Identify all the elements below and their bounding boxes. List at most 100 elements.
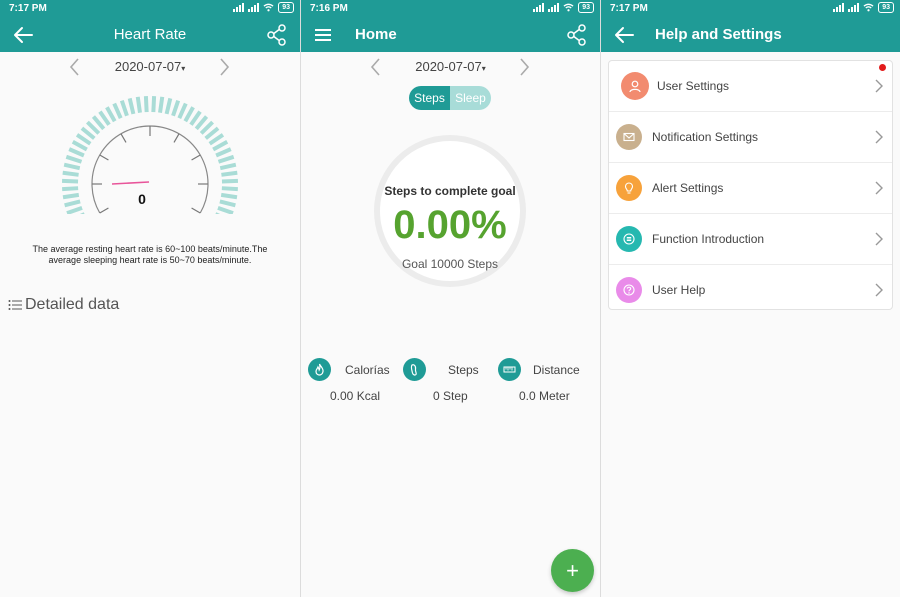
gauge-segment (68, 147, 85, 158)
chevron-right-icon (875, 181, 883, 195)
signal-icon (548, 3, 560, 12)
stat-calories: Calorías (308, 358, 390, 381)
steps-sleep-toggle: Steps Sleep (409, 86, 491, 110)
gauge-segment (189, 110, 202, 126)
gauge-segment (98, 110, 111, 126)
gauge-segment (61, 178, 79, 184)
list-icon (8, 300, 22, 310)
footprint-icon (403, 358, 426, 381)
tab-sleep[interactable]: Sleep (450, 86, 491, 110)
gauge-segment (64, 199, 81, 208)
gauge-segment (63, 162, 81, 171)
wifi-icon (263, 3, 274, 12)
date-selector: 2020-07-07▾ (0, 55, 300, 79)
gauge-segment (66, 205, 83, 214)
battery-icon: 93 (878, 2, 894, 13)
tab-steps[interactable]: Steps (409, 86, 450, 110)
app-bar: Heart Rate (0, 17, 300, 52)
hamburger-menu-icon[interactable] (313, 25, 335, 45)
status-time: 7:17 PM (610, 3, 648, 14)
back-arrow-icon[interactable] (613, 25, 635, 45)
goal-percent: 0.00% (393, 203, 507, 247)
menu-item-alert-settings[interactable]: Alert Settings (609, 163, 892, 214)
gauge-segment (127, 97, 136, 115)
status-time: 7:16 PM (310, 3, 348, 14)
help-settings-screen: 7:17 PM 93 Help and Settings User Settin… (601, 0, 900, 597)
menu-item-user-help[interactable]: User Help (609, 265, 892, 315)
gauge-segment (217, 205, 234, 214)
stat-name: Steps (448, 362, 479, 377)
date-selector: 2020-07-07▾ (301, 55, 600, 79)
gauge-segment (208, 133, 225, 146)
detailed-data-link[interactable]: Detailed data (8, 296, 119, 314)
app-bar: Home (301, 17, 600, 52)
menu-item-label: User Help (652, 283, 706, 297)
distance-value: 0.0 Meter (519, 389, 570, 403)
gauge-segment (220, 192, 238, 200)
gauge-tick (99, 207, 109, 214)
heart-rate-screen: 7:17 PM 93 Heart Rate 2020-07-07▾ 0 The … (0, 0, 300, 597)
page-title: Home (355, 26, 397, 43)
share-icon[interactable] (266, 24, 288, 46)
goal-label: Steps to complete goal (384, 184, 516, 198)
gauge-segment (212, 140, 229, 152)
heart-rate-gauge (61, 96, 239, 214)
gauge-arc (91, 125, 209, 214)
signal-icon (848, 3, 860, 12)
gauge-tick (191, 207, 201, 214)
gauge-segment (219, 162, 237, 171)
goal-progress-ring: Steps to complete goal 0.00% Goal 10000 … (374, 135, 526, 287)
gauge-needle (111, 181, 150, 185)
gauge-segment (219, 199, 236, 208)
gauge-tick (120, 133, 127, 143)
date-label[interactable]: 2020-07-07▾ (301, 59, 600, 74)
gauge-segment (65, 154, 83, 164)
steps-value: 0 Step (433, 389, 468, 403)
ruler-icon (498, 358, 521, 381)
envelope-icon (616, 124, 642, 150)
gauge-segment (183, 106, 195, 123)
detailed-data-label: Detailed data (25, 296, 120, 313)
gauge-segment (158, 96, 165, 113)
gauge-reading: 0 (138, 191, 146, 207)
gauge-segment (112, 102, 123, 120)
chevron-right-icon (875, 283, 883, 297)
menu-item-function-introduction[interactable]: Function Introduction (609, 214, 892, 265)
stat-distance: Distance (498, 358, 580, 381)
menu-item-label: User Settings (657, 79, 730, 93)
status-time: 7:17 PM (9, 3, 47, 14)
next-day-icon[interactable] (217, 57, 231, 77)
status-bar: 7:17 PM 93 (0, 0, 300, 17)
gauge-segment (221, 186, 238, 192)
gauge-segment (71, 140, 88, 152)
app-bar: Help and Settings (601, 17, 900, 52)
chevron-right-icon (875, 130, 883, 144)
menu-item-user-settings[interactable]: User Settings (609, 61, 892, 112)
date-label[interactable]: 2020-07-07▾ (0, 59, 300, 74)
gauge-segment (119, 99, 129, 117)
status-icons: 93 (233, 2, 294, 13)
gauge-segment (151, 96, 157, 113)
user-icon (621, 72, 649, 100)
page-title: Heart Rate (113, 26, 187, 43)
gauge-segment (62, 186, 79, 192)
gauge-segment (105, 106, 117, 123)
share-icon[interactable] (566, 24, 588, 46)
stat-name: Distance (533, 362, 580, 377)
page-title: Help and Settings (655, 26, 782, 43)
calories-value: 0.00 Kcal (330, 389, 381, 403)
status-bar: 7:17 PM 93 (601, 0, 900, 17)
gauge-tick (191, 154, 201, 161)
goal-text: Goal 10000 Steps (401, 257, 499, 271)
signal-icon (833, 3, 845, 12)
settings-menu: User Settings Notification Settings Aler… (608, 60, 893, 310)
chevron-right-icon (875, 232, 883, 246)
add-button[interactable]: + (551, 549, 594, 592)
stat-name: Calorías (345, 362, 390, 377)
signal-icon (248, 3, 260, 12)
wifi-icon (863, 3, 874, 12)
gauge-segment (221, 170, 238, 177)
gauge-segment (62, 192, 80, 200)
menu-item-notification-settings[interactable]: Notification Settings (609, 112, 892, 163)
next-day-icon[interactable] (517, 57, 531, 77)
